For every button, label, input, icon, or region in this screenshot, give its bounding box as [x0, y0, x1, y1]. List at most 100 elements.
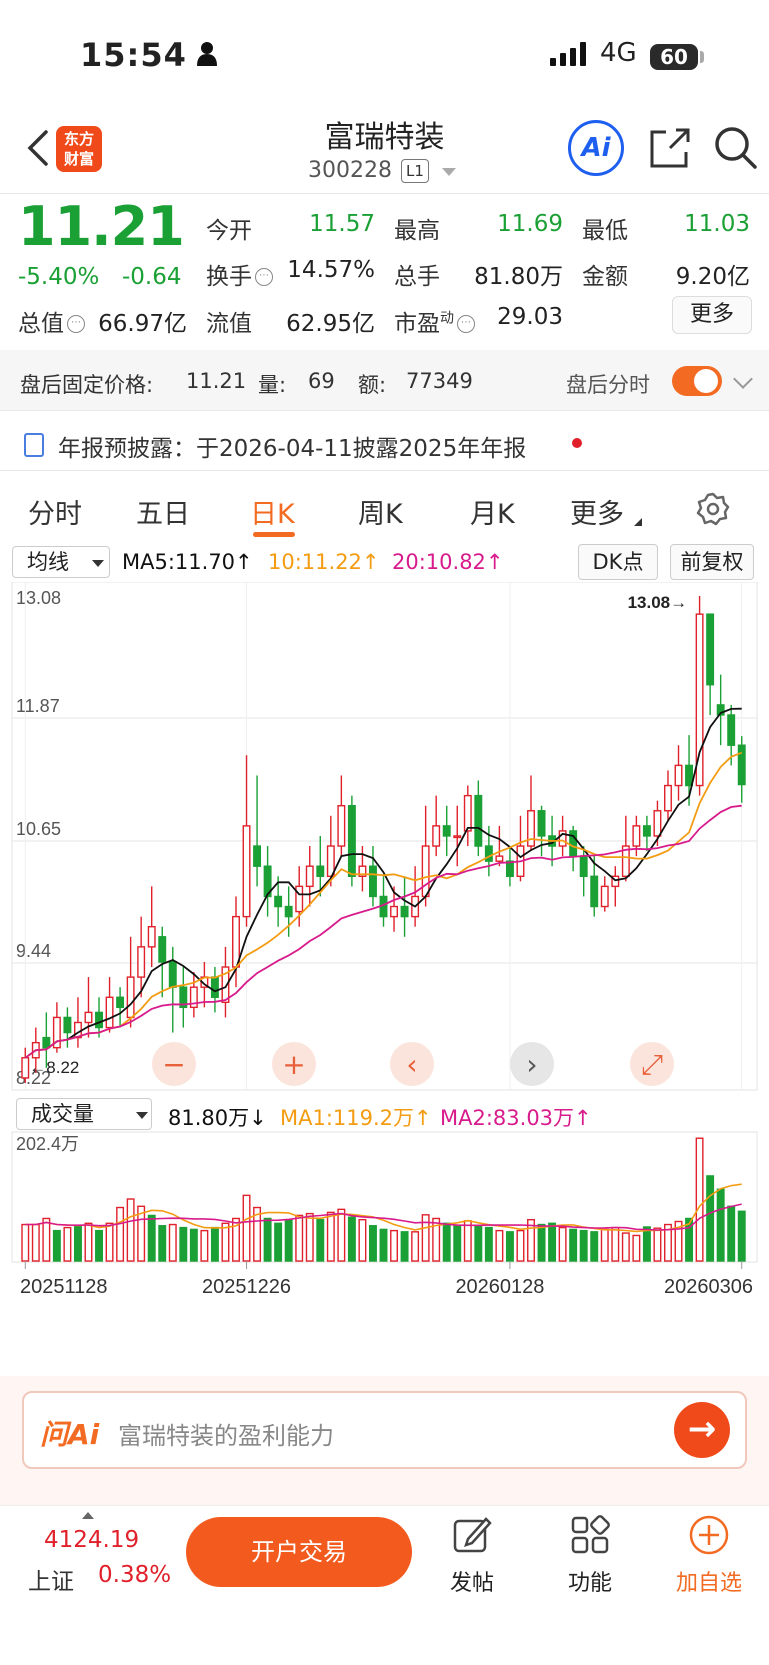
candle-body — [421, 845, 430, 898]
ask-ai-logo: 问Ai — [40, 1418, 100, 1451]
info-icon[interactable]: ⋯ — [67, 315, 85, 333]
ah-timeshare-label: 盘后分时 — [566, 373, 650, 397]
candle-body — [653, 810, 662, 837]
mktcap-value: 66.97亿 — [98, 311, 187, 337]
volume-select[interactable]: 成交量 — [16, 1098, 152, 1130]
volume-bar — [400, 1231, 409, 1262]
volume-bar — [453, 1225, 462, 1262]
candle-body — [474, 794, 483, 847]
candle-body — [316, 865, 325, 877]
candle-body — [126, 976, 135, 1019]
high-value: 11.69 — [497, 211, 563, 237]
candle-body — [253, 845, 262, 867]
candle-body — [242, 825, 251, 918]
code-dropdown-icon[interactable] — [442, 168, 456, 176]
ah-volume-label: 量: — [258, 373, 287, 397]
volume-bar — [221, 1222, 230, 1262]
trade-button[interactable]: 开户交易 — [186, 1517, 412, 1587]
y-tick-label: 11.87 — [16, 696, 60, 716]
low-value: 11.03 — [684, 211, 750, 237]
volume-bar — [653, 1227, 662, 1262]
volume-bar — [642, 1226, 651, 1262]
ah-amount: 77349 — [406, 369, 473, 393]
candle-body — [390, 905, 399, 918]
volume-bar — [179, 1226, 188, 1262]
candle-body — [105, 996, 114, 1029]
ma-select-label: 均线 — [27, 550, 69, 574]
gear-icon[interactable] — [696, 492, 730, 526]
volume-bar — [737, 1210, 746, 1262]
index-percent[interactable]: 0.38% — [98, 1562, 171, 1588]
tab-more[interactable]: 更多 — [570, 492, 624, 531]
volume-bar — [590, 1231, 599, 1262]
ah-price-label: 盘后固定价格: — [20, 373, 154, 397]
add-watchlist-icon[interactable] — [688, 1514, 730, 1556]
tab-timeshare[interactable]: 分时 — [28, 492, 82, 531]
change-amount: -0.64 — [122, 264, 182, 290]
x-tick-label: 20251226 — [202, 1276, 291, 1298]
volume-bar — [105, 1222, 114, 1262]
candle-body — [642, 825, 651, 837]
volume-bar — [73, 1225, 82, 1262]
signal-icon — [550, 42, 586, 66]
info-icon[interactable]: ⋯ — [255, 268, 273, 286]
volume-bar — [600, 1228, 609, 1262]
search-icon[interactable] — [712, 124, 758, 170]
tab-daily-k[interactable]: 日K — [250, 492, 295, 531]
volume-bar — [611, 1226, 620, 1262]
volume-bar — [379, 1228, 388, 1262]
candle-body — [632, 825, 641, 847]
candle-body — [600, 885, 609, 908]
open-label: 今开 — [206, 218, 252, 244]
stock-code[interactable]: 300228 — [308, 158, 392, 183]
candle-body — [284, 905, 293, 918]
adjust-button[interactable]: 前复权 — [670, 544, 754, 580]
candle-body — [147, 925, 156, 948]
post-label[interactable]: 发帖 — [427, 1565, 517, 1597]
candle-body — [453, 835, 462, 839]
pe-value: 29.03 — [497, 304, 563, 330]
tab-monthly-k[interactable]: 月K — [470, 492, 515, 531]
candle-body — [347, 805, 356, 877]
dk-point-button[interactable]: DK点 — [578, 544, 658, 580]
index-expand-icon[interactable] — [82, 1512, 94, 1519]
candle-body — [337, 805, 346, 847]
candle-body — [463, 794, 472, 832]
tab-weekly-k[interactable]: 周K — [358, 492, 403, 531]
volume-bar — [295, 1214, 304, 1262]
post-icon[interactable] — [452, 1515, 492, 1555]
share-icon[interactable] — [648, 126, 692, 170]
candle-body — [21, 1057, 30, 1079]
ai-assistant-icon[interactable]: Ai — [568, 120, 624, 176]
candle-body — [116, 996, 125, 1009]
volume-bar — [189, 1228, 198, 1262]
amount-value: 9.20亿 — [675, 264, 750, 290]
vol-ma2: MA2:83.03万↑ — [440, 1106, 592, 1130]
volume-select-caret-icon — [136, 1112, 148, 1119]
tab-five-day[interactable]: 五日 — [136, 492, 190, 531]
index-value[interactable]: 4124.19 — [44, 1527, 139, 1553]
candle-body — [42, 1036, 51, 1049]
mktcap-label: 总值 ⋯ — [18, 304, 85, 338]
volume-bar — [52, 1229, 61, 1262]
function-icon[interactable] — [570, 1515, 610, 1555]
battery-tip — [700, 51, 704, 63]
candle-body — [168, 961, 177, 988]
annual-report-notice[interactable]: 年报预披露：于2026-04-11披露2025年年报 — [58, 429, 526, 463]
ask-ai-placeholder[interactable]: 富瑞特装的盈利能力 — [118, 1416, 334, 1451]
kline-chart[interactable]: 13.0811.8710.659.448.2213.08→←8.22− + ‹ › ⤢2… — [0, 582, 769, 1344]
tab-more-caret — [634, 518, 642, 526]
volume-bar — [63, 1226, 72, 1262]
report-icon — [24, 433, 44, 457]
ma5-value: MA5:11.70↑ — [122, 550, 253, 574]
more-button[interactable]: 更多 — [672, 296, 752, 334]
watchlist-label[interactable]: 加自选 — [664, 1565, 754, 1597]
index-name[interactable]: 上证 — [28, 1562, 74, 1596]
volume-bar — [695, 1137, 704, 1262]
candle-body — [442, 825, 451, 837]
ask-ai-submit-icon[interactable]: → — [674, 1402, 730, 1458]
candle-body — [484, 845, 493, 862]
function-label[interactable]: 功能 — [545, 1565, 635, 1597]
candle-body — [158, 936, 167, 963]
info-icon[interactable]: ⋯ — [457, 315, 475, 333]
